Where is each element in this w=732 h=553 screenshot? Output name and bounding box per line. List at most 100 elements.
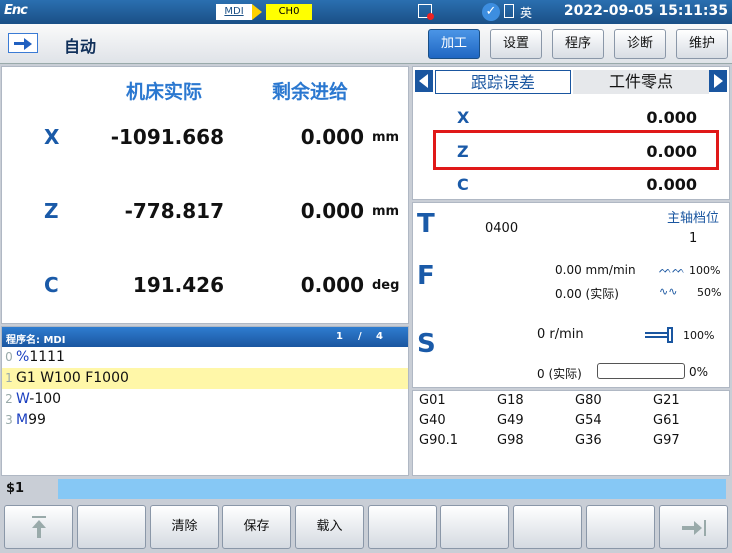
spindle-actual: 0 (实际)	[537, 367, 582, 381]
program-name: 程序名: MDI	[6, 335, 66, 346]
feed-set: 0.00 mm/min	[555, 263, 636, 277]
tab-maintenance[interactable]: 维护	[676, 29, 728, 59]
tab-diagnostics[interactable]: 诊断	[614, 29, 666, 59]
gcode: G36	[575, 433, 602, 448]
network-icon	[418, 4, 434, 20]
prev-tab-button[interactable]	[415, 70, 433, 92]
gcode: G80	[575, 393, 602, 408]
modal-gcode-panel: G01 G18 G80 G21 G40 G49 G54 G61 G90.1 G9…	[412, 390, 730, 476]
remaining-value: 0.000	[300, 125, 364, 149]
clock: 2022-09-05 15:11:35	[563, 3, 728, 19]
tool-number: 0400	[485, 221, 519, 236]
save-button[interactable]: 保存	[222, 505, 291, 549]
tool-label: T	[417, 209, 435, 239]
program-line[interactable]: 2 W-100	[2, 389, 408, 410]
logo: Enc	[4, 3, 28, 18]
unit: mm	[372, 204, 400, 219]
spindle-feed-panel: T 0400 主轴档位 1 F 0.00 mm/min ᨓᨓ 100% 0.00…	[412, 202, 730, 388]
remaining-value: 0.000	[300, 199, 364, 223]
spindle-label: S	[417, 329, 436, 359]
gcode: G97	[653, 433, 680, 448]
gcode: G98	[497, 433, 524, 448]
next-page-button[interactable]	[659, 505, 728, 549]
feed-actual: 0.00 (实际)	[555, 287, 619, 301]
gear-value: 1	[689, 231, 698, 246]
gcode: G01	[419, 393, 446, 408]
gcode: G90.1	[419, 433, 459, 448]
offset-row-x: X 0.000	[457, 108, 697, 127]
gear-label: 主轴档位	[667, 211, 720, 226]
gcode: G21	[653, 393, 680, 408]
feed-override-icon: ᨓᨓ	[659, 263, 686, 276]
command-line: $1	[0, 478, 732, 500]
machine-value: -778.817	[124, 199, 224, 223]
gcode: G40	[419, 413, 446, 428]
unit: deg	[372, 278, 400, 293]
offset-panel: 跟踪误差 工件零点 X 0.000 Z 0.000 C 0.000	[412, 66, 730, 200]
axis-row-z: Z -778.817 0.000 mm	[2, 193, 410, 233]
page-separator: /	[358, 331, 362, 342]
machine-value: -1091.668	[110, 125, 224, 149]
gcode: G18	[497, 393, 524, 408]
page-total: 4	[376, 331, 383, 342]
axis-row-c: C 191.426 0.000 deg	[2, 267, 410, 307]
softkey-6[interactable]	[368, 505, 437, 549]
program-panel[interactable]: 程序名: MDI 1 / 4 0 %1111 1 G1 W100 F1000 2 W-…	[1, 326, 409, 476]
remaining-feed-header: 剩余进给	[272, 81, 349, 103]
mode-badge: MDI	[216, 4, 252, 20]
mode-bar: 自动 加工 设置 程序 诊断 维护	[0, 24, 732, 64]
rapid-override: 50%	[697, 286, 722, 299]
page-up-button[interactable]	[4, 505, 73, 549]
tab-program[interactable]: 程序	[552, 29, 604, 59]
offset-row-c: C 0.000	[457, 175, 697, 194]
axis-name: C	[44, 273, 59, 297]
mode-arrow-icon	[252, 4, 262, 20]
command-prompt: $1	[6, 481, 25, 496]
axis-position-panel: 机床实际 剩余进给 X -1091.668 0.000 mm Z -778.81…	[1, 66, 409, 324]
check-icon: ✓	[482, 3, 500, 21]
clear-button[interactable]: 清除	[150, 505, 219, 549]
rapid-override-icon: ∿∿	[659, 285, 678, 298]
softkey-bar: 清除 保存 载入	[0, 502, 732, 553]
softkey-2[interactable]	[77, 505, 146, 549]
softkey-7[interactable]	[440, 505, 509, 549]
auto-mode-icon	[8, 33, 38, 53]
axis-row-x: X -1091.668 0.000 mm	[2, 119, 410, 159]
tab-tracking-error[interactable]: 跟踪误差	[435, 70, 571, 94]
softkey-9[interactable]	[586, 505, 655, 549]
softkey-8[interactable]	[513, 505, 582, 549]
spindle-speed: 0 r/min	[537, 327, 584, 342]
highlight-box	[433, 130, 719, 170]
language-indicator[interactable]: 英	[520, 4, 532, 21]
machine-actual-header: 机床实际	[126, 81, 203, 103]
remaining-value: 0.000	[300, 273, 364, 297]
program-header: 程序名: MDI 1 / 4	[2, 327, 408, 347]
spindle-load: 0%	[689, 365, 709, 379]
spindle-icon	[645, 327, 675, 343]
spindle-override: 100%	[683, 329, 715, 342]
load-button[interactable]: 载入	[295, 505, 364, 549]
page-current: 1	[336, 331, 343, 342]
tab-machining[interactable]: 加工	[428, 29, 480, 59]
spindle-load-bar	[597, 363, 685, 379]
gcode: G49	[497, 413, 524, 428]
axis-name: Z	[44, 199, 59, 223]
gcode: G54	[575, 413, 602, 428]
program-line[interactable]: 3 M99	[2, 410, 408, 431]
unit: mm	[372, 130, 400, 145]
program-line[interactable]: 0 %1111	[2, 347, 408, 368]
channel-badge: CH0	[266, 4, 312, 20]
tab-work-zero[interactable]: 工件零点	[573, 70, 709, 94]
program-line-current[interactable]: 1 G1 W100 F1000	[2, 368, 408, 389]
status-bar: Enc MDI CH0 ✓ 英 2022-09-05 15:11:35	[0, 0, 732, 24]
command-input[interactable]	[58, 479, 726, 499]
feed-label: F	[417, 261, 435, 291]
tab-settings[interactable]: 设置	[490, 29, 542, 59]
gcode: G61	[653, 413, 680, 428]
next-tab-button[interactable]	[709, 70, 727, 92]
axis-name: X	[44, 125, 60, 149]
machine-value: 191.426	[132, 273, 224, 297]
keyboard-icon	[504, 4, 514, 18]
mode-label: 自动	[64, 37, 97, 56]
feed-override: 100%	[689, 264, 721, 277]
